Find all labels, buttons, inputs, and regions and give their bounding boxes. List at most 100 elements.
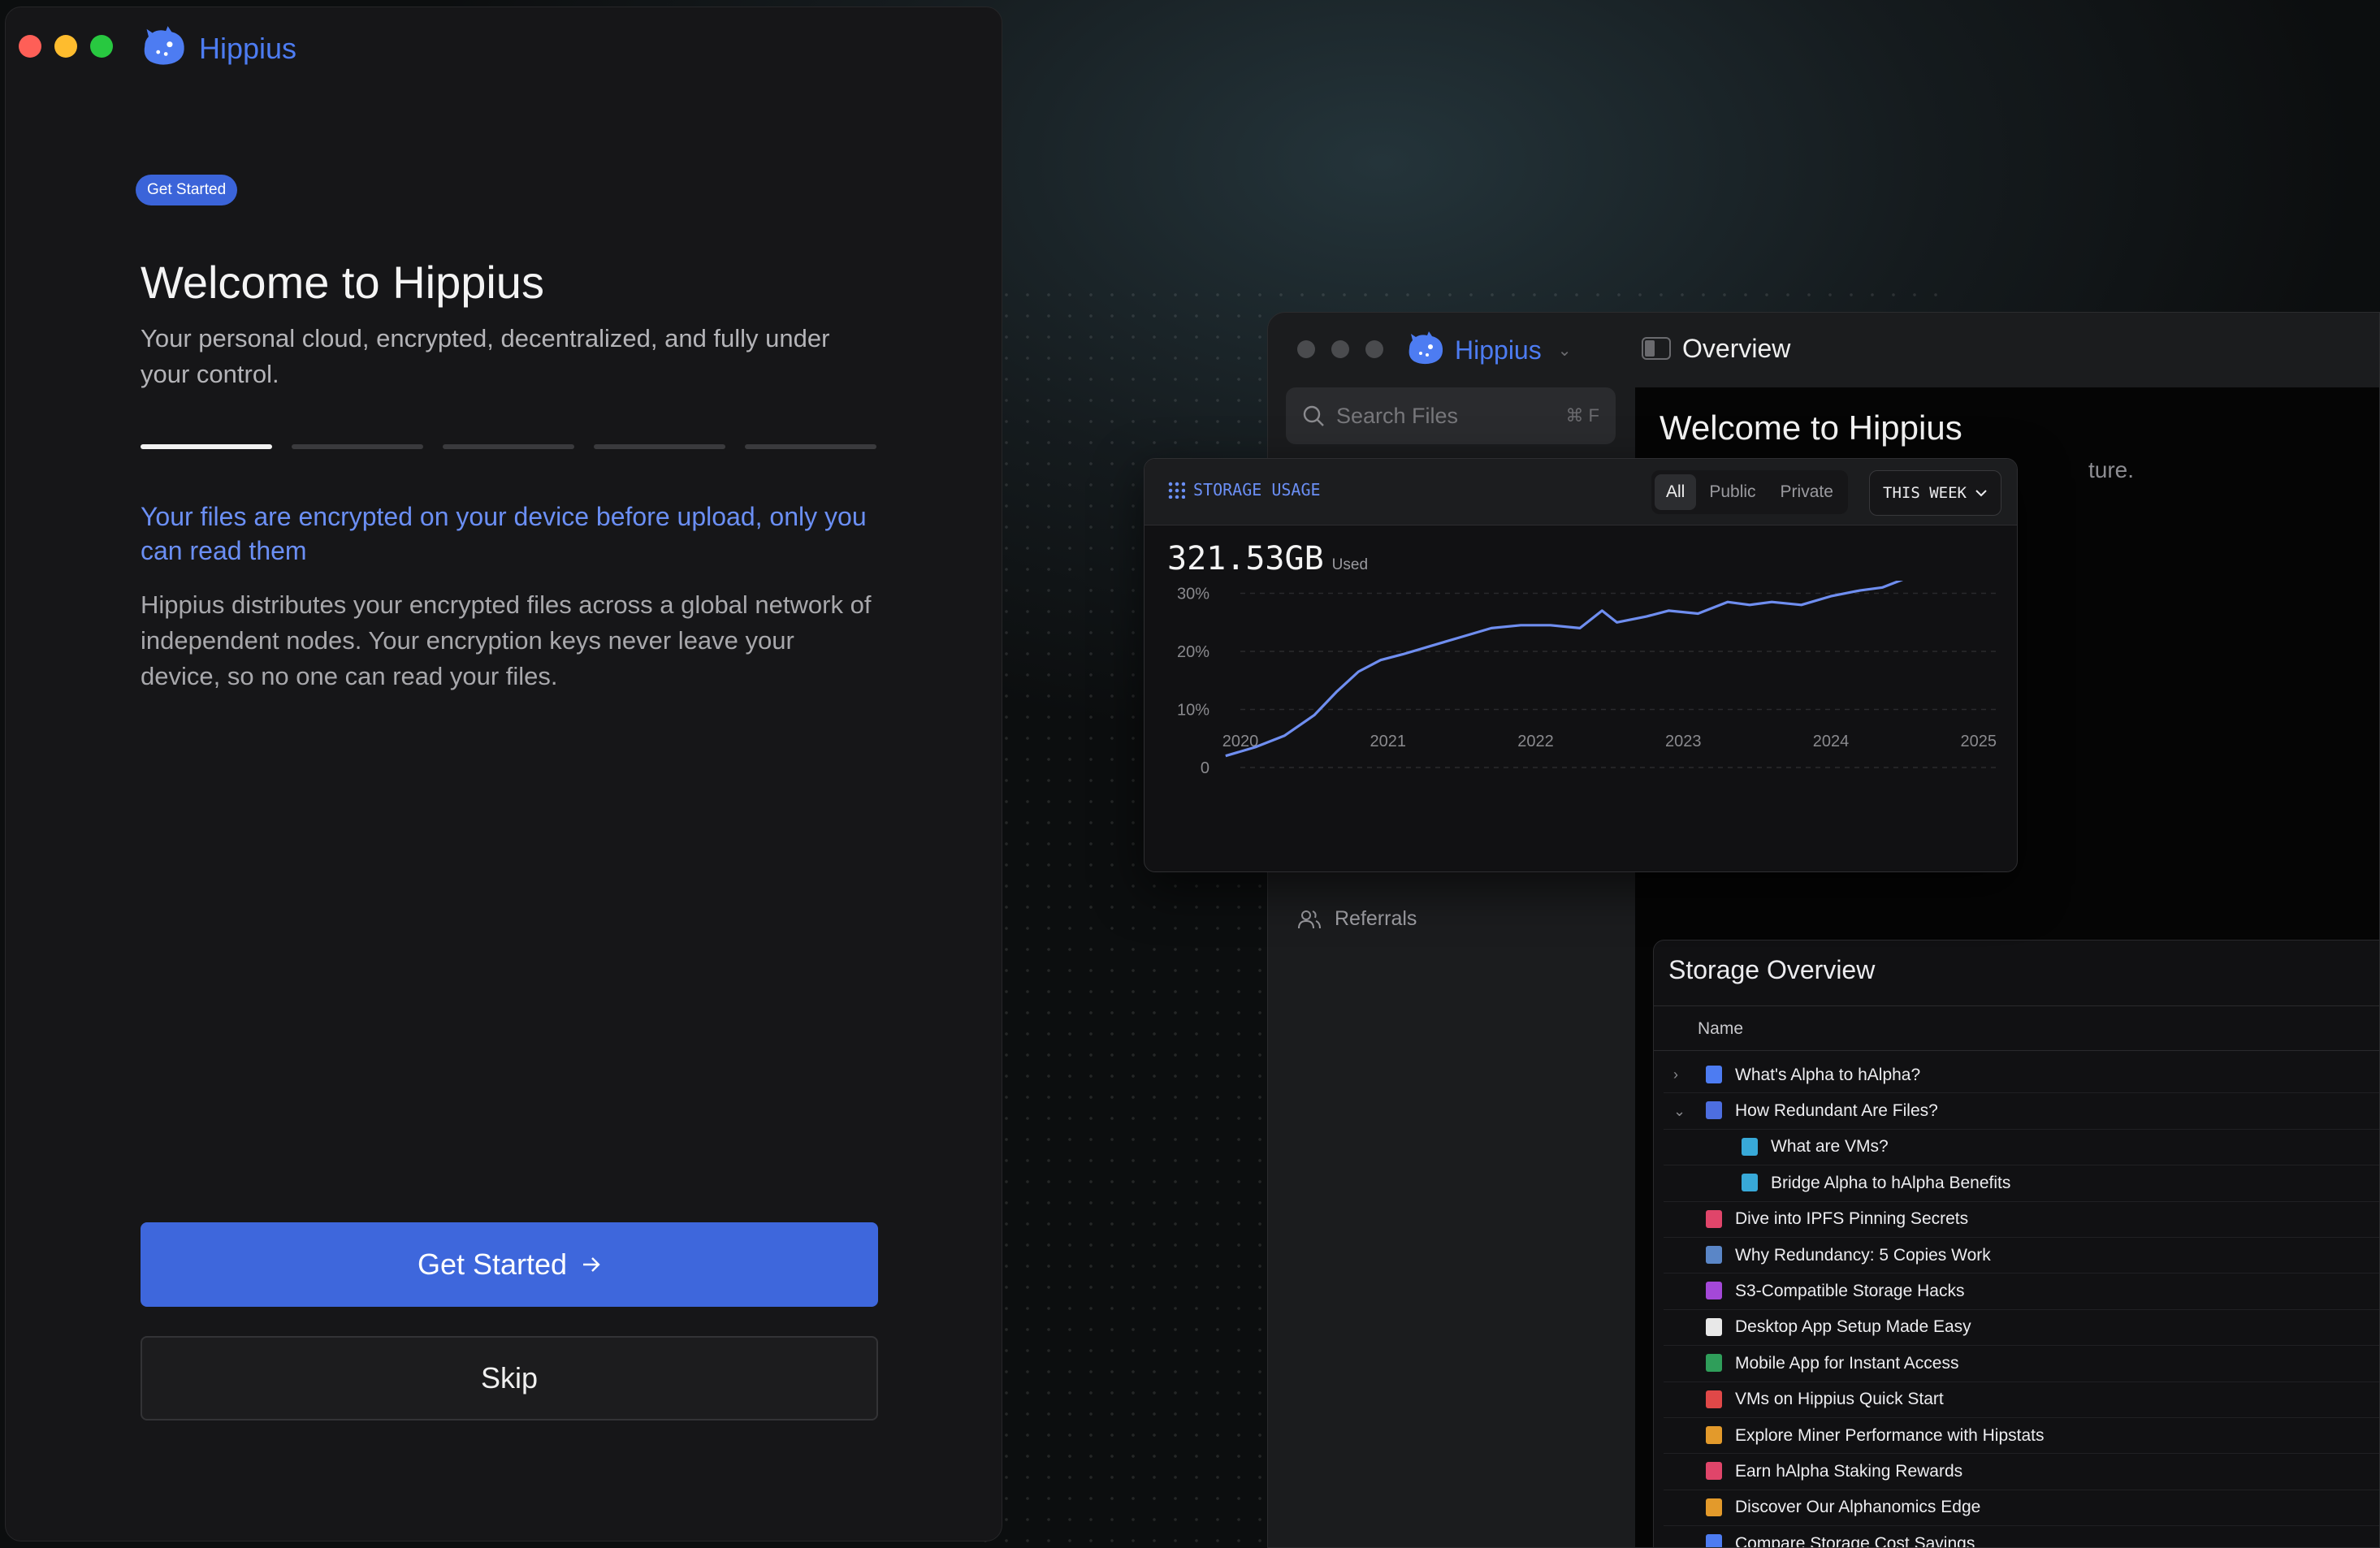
list-item[interactable]: ⌄ How Redundant Are Files? (1664, 1093, 2379, 1130)
search-shortcut: ⌘ F (1565, 405, 1599, 426)
zoom-dot[interactable] (1365, 340, 1383, 358)
get-started-label: Get Started (417, 1247, 568, 1281)
window-controls (1297, 340, 1383, 358)
storage-used-number: 321.53GB (1167, 540, 1324, 577)
hippo-logo-icon (141, 25, 189, 71)
onboarding-brand: Hippius (141, 25, 296, 71)
storage-usage-chart: 010%20%30%40%202020212022202320242025 (1177, 581, 2001, 777)
filter-public[interactable]: Public (1698, 474, 1767, 510)
onboarding-highlight: Your files are encrypted on your device … (141, 502, 867, 565)
folder-file-icon (1706, 1066, 1722, 1083)
close-button[interactable] (19, 35, 41, 58)
ppt-file-icon (1706, 1498, 1722, 1516)
search-input[interactable]: Search Files ⌘ F (1286, 387, 1616, 444)
list-item[interactable]: Explore Miner Performance with Hipstats (1664, 1418, 2379, 1455)
list-item[interactable]: S3-Compatible Storage Hacks (1664, 1273, 2379, 1310)
onboarding-description: Hippius distributes your encrypted files… (141, 590, 872, 690)
chevron-down-icon: ⌄ (1557, 342, 1572, 360)
list-item[interactable]: Earn hAlpha Staking Rewards (1664, 1454, 2379, 1490)
list-item[interactable]: Desktop App Setup Made Easy (1664, 1310, 2379, 1347)
sidebar-item-referrals[interactable]: Referrals (1297, 907, 1417, 931)
column-header-name[interactable]: Name (1698, 1019, 1743, 1039)
main-welcome-subtext: ture. (2088, 457, 2135, 482)
x-tick-label: 2021 (1370, 733, 1406, 750)
file-name: Earn hAlpha Staking Rewards (1735, 1461, 1963, 1481)
file-name: Bridge Alpha to hAlpha Benefits (1771, 1173, 2011, 1192)
list-item[interactable]: Compare Storage Cost Savings (1664, 1526, 2379, 1548)
storage-used-suffix: Used (1331, 556, 1369, 573)
file-name: Compare Storage Cost Savings (1735, 1533, 1975, 1548)
skip-label: Skip (480, 1361, 539, 1394)
hippo-logo-icon (1406, 331, 1447, 370)
video-file-icon (1742, 1174, 1758, 1192)
get-started-badge: Get Started (136, 175, 238, 205)
zoom-button[interactable] (90, 35, 113, 58)
y-tick-label: 20% (1177, 643, 1209, 661)
step-progress (141, 444, 876, 449)
progress-step-1 (141, 444, 272, 449)
file-name: Desktop App Setup Made Easy (1735, 1317, 1971, 1337)
svg-file-icon (1706, 1317, 1722, 1336)
image-file-icon (1706, 1462, 1722, 1481)
pdf-file-icon (1706, 1390, 1722, 1408)
file-name: Discover Our Alphanomics Edge (1735, 1498, 1981, 1517)
y-tick-label: 30% (1177, 586, 1209, 603)
main-welcome-heading: Welcome to Hippius (1660, 409, 1962, 447)
file-name: What's Alpha to hAlpha? (1735, 1065, 1921, 1084)
visibility-filter: All Public Private (1651, 470, 1848, 514)
progress-step-2 (292, 444, 423, 449)
file-name: What are VMs? (1771, 1137, 1889, 1157)
list-item[interactable]: › What's Alpha to hAlpha? (1664, 1057, 2379, 1094)
list-item[interactable]: Why Redundancy: 5 Copies Work (1664, 1238, 2379, 1274)
storage-usage-label-text: STORAGE USAGE (1193, 480, 1321, 499)
list-item[interactable]: Mobile App for Instant Access (1664, 1346, 2379, 1382)
storage-usage-card: STORAGE USAGE All Public Private THIS WE… (1144, 458, 2018, 872)
file-name: Mobile App for Instant Access (1735, 1353, 1959, 1373)
sidebar-item-label: Referrals (1335, 907, 1417, 930)
x-tick-label: 2024 (1813, 733, 1850, 750)
terminal-file-icon (1706, 1245, 1722, 1264)
window-traffic-lights (19, 35, 113, 58)
series-line (1225, 581, 1904, 758)
list-item[interactable]: What are VMs? (1664, 1130, 2379, 1166)
progress-step-3 (443, 444, 574, 449)
users-icon (1298, 910, 1321, 928)
list-item[interactable]: Discover Our Alphanomics Edge (1664, 1490, 2379, 1527)
minimize-dot[interactable] (1331, 340, 1349, 358)
grid-icon (1167, 481, 1185, 499)
filter-all[interactable]: All (1655, 474, 1697, 510)
get-started-button[interactable]: Get Started (141, 1222, 878, 1307)
filter-private[interactable]: Private (1769, 474, 1845, 510)
progress-step-5 (745, 444, 876, 449)
xls-file-icon (1706, 1354, 1722, 1373)
sidebar-toggle-icon[interactable] (1642, 337, 1671, 360)
list-item[interactable]: Dive into IPFS Pinning Secrets (1664, 1202, 2379, 1238)
skip-button[interactable]: Skip (141, 1336, 878, 1420)
search-placeholder: Search Files (1336, 403, 1459, 428)
app-brand-switcher[interactable]: Hippius ⌄ (1406, 331, 1571, 370)
onboarding-panel: Hippius Get Started Welcome to Hippius Y… (5, 6, 1002, 1542)
close-dot[interactable] (1297, 340, 1315, 358)
sql-file-icon (1706, 1282, 1722, 1300)
minimize-button[interactable] (54, 35, 77, 58)
chevron-down-icon[interactable]: ⌄ (1673, 1103, 1685, 1120)
page-title: Overview (1682, 334, 1791, 363)
storage-usage-label: STORAGE USAGE (1167, 480, 1321, 499)
y-tick-label: 0 (1201, 759, 1209, 777)
file-name: S3-Compatible Storage Hacks (1735, 1282, 1965, 1301)
onboarding-title: Welcome to Hippius (141, 257, 544, 308)
search-icon (1303, 405, 1324, 426)
x-tick-label: 2022 (1517, 733, 1554, 750)
brand-name: Hippius (199, 31, 297, 65)
list-item[interactable]: Bridge Alpha to hAlpha Benefits (1664, 1165, 2379, 1202)
list-item[interactable]: VMs on Hippius Quick Start (1664, 1382, 2379, 1418)
period-dropdown[interactable]: THIS WEEK (1869, 470, 2001, 516)
video-file-icon (1742, 1137, 1758, 1156)
x-tick-label: 2023 (1665, 733, 1702, 750)
storage-usage-header: STORAGE USAGE All Public Private THIS WE… (1145, 459, 2017, 525)
x-tick-label: 2025 (1960, 733, 1997, 750)
ppt-file-icon (1706, 1425, 1722, 1444)
file-name: VMs on Hippius Quick Start (1735, 1390, 1944, 1409)
chevron-right-icon[interactable]: › (1673, 1066, 1678, 1083)
ec-file-icon (1706, 1101, 1722, 1120)
